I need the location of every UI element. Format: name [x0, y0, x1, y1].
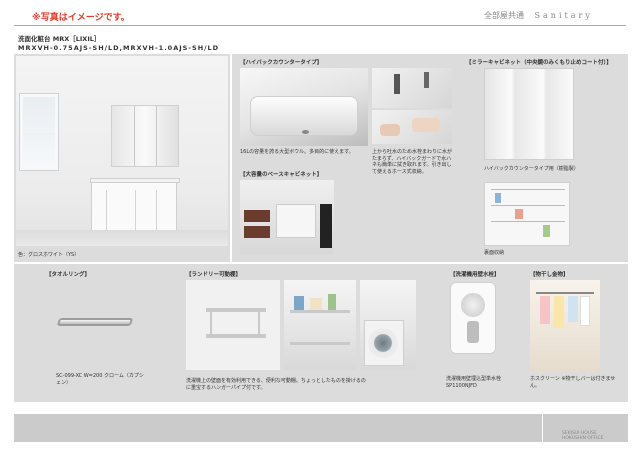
drying-hardware-label: 【物干し金物】	[530, 272, 569, 278]
image-note: ※写真はイメージです。	[32, 13, 130, 23]
washer-faucet-label: 【洗濯機用壁水栓】	[450, 272, 500, 278]
hi-back-caption-2: 上から吐水のため水栓まわりに水がたまらず、ハイバックガードで水ハネも簡単に拭き取…	[372, 149, 453, 175]
window	[20, 94, 58, 170]
base-cabinet-photo	[240, 180, 334, 254]
mirror-cabinet-photo	[484, 68, 574, 160]
mirror-cabinet-label: 【ミラーキャビネット（中央鏡のみくもり止めコート付）】	[466, 60, 612, 66]
mirror-caption-2: 裏面収納	[484, 250, 505, 256]
header-divider	[14, 25, 626, 26]
mirror-caption-1: ハイバックカウンタータイプ用（樹脂製）	[484, 166, 579, 172]
product-title: 洗面化粧台 MRX［LIXIL］	[18, 35, 101, 43]
category-en: Sanitary	[534, 11, 593, 20]
drying-hardware-photo	[530, 280, 600, 372]
towel-ring-caption: SC-099-XC W=200 クローム（カプシェン）	[56, 373, 144, 386]
category-jp: 全部屋共通	[484, 11, 524, 20]
hi-back-label: 【ハイバックカウンタータイプ】	[240, 60, 323, 66]
laundry-shelf-caption: 洗濯機上の壁面を有効利用できる、便利な可動棚。ちょっとしたものを掛けるのに重宝す…	[186, 378, 366, 391]
mirror-back-storage-photo	[484, 182, 570, 246]
base-cabinet-label: 【大容量のベースキャビネット】	[240, 172, 323, 178]
hose-faucet-photo	[372, 110, 452, 144]
sink-bowl-photo	[240, 68, 368, 146]
footer-bar	[14, 414, 628, 442]
laundry-shelf-photo	[186, 280, 280, 370]
washer-faucet-caption: 洗濯機用壁埋込型単水栓 SP1100NJFD	[446, 376, 502, 389]
page-category: 全部屋共通 Sanitary	[484, 10, 593, 21]
footer-brand: SEKISUI HOUSE HOKUSHIN OFFICE	[562, 431, 603, 441]
towel-ring-photo	[56, 308, 134, 338]
laundry-shelf-items-photo	[284, 280, 356, 370]
footer-line-2: HOKUSHIN OFFICE	[562, 436, 604, 441]
mirror-cabinet-image	[111, 105, 179, 167]
main-photo-caption: 色：グロスホワイト（YS）	[18, 252, 80, 258]
product-model: MRXVH-0.75AJS-SH/LD,MRXVH-1.0AJS-SH/LD	[18, 43, 220, 52]
product-title-block: 洗面化粧台 MRX［LIXIL］ MRXVH-0.75AJS-SH/LD,MRX…	[18, 35, 219, 52]
faucet-photo	[372, 68, 452, 108]
towel-ring-label: 【タオルリング】	[46, 272, 91, 278]
washing-machine-photo	[360, 280, 416, 370]
vanity-room-photo	[16, 56, 228, 246]
washer-faucet-photo	[450, 282, 496, 354]
drying-hardware-caption: ホスクリーン ※物干しバーは付きません。	[530, 376, 616, 389]
vanity-unit-image	[90, 178, 180, 236]
floor	[16, 230, 228, 246]
laundry-shelf-label: 【ランドリー可動棚】	[186, 272, 242, 278]
hi-back-caption-1: 16Lの容量を誇る大型ボウル。多目的に使えます。	[240, 149, 354, 155]
